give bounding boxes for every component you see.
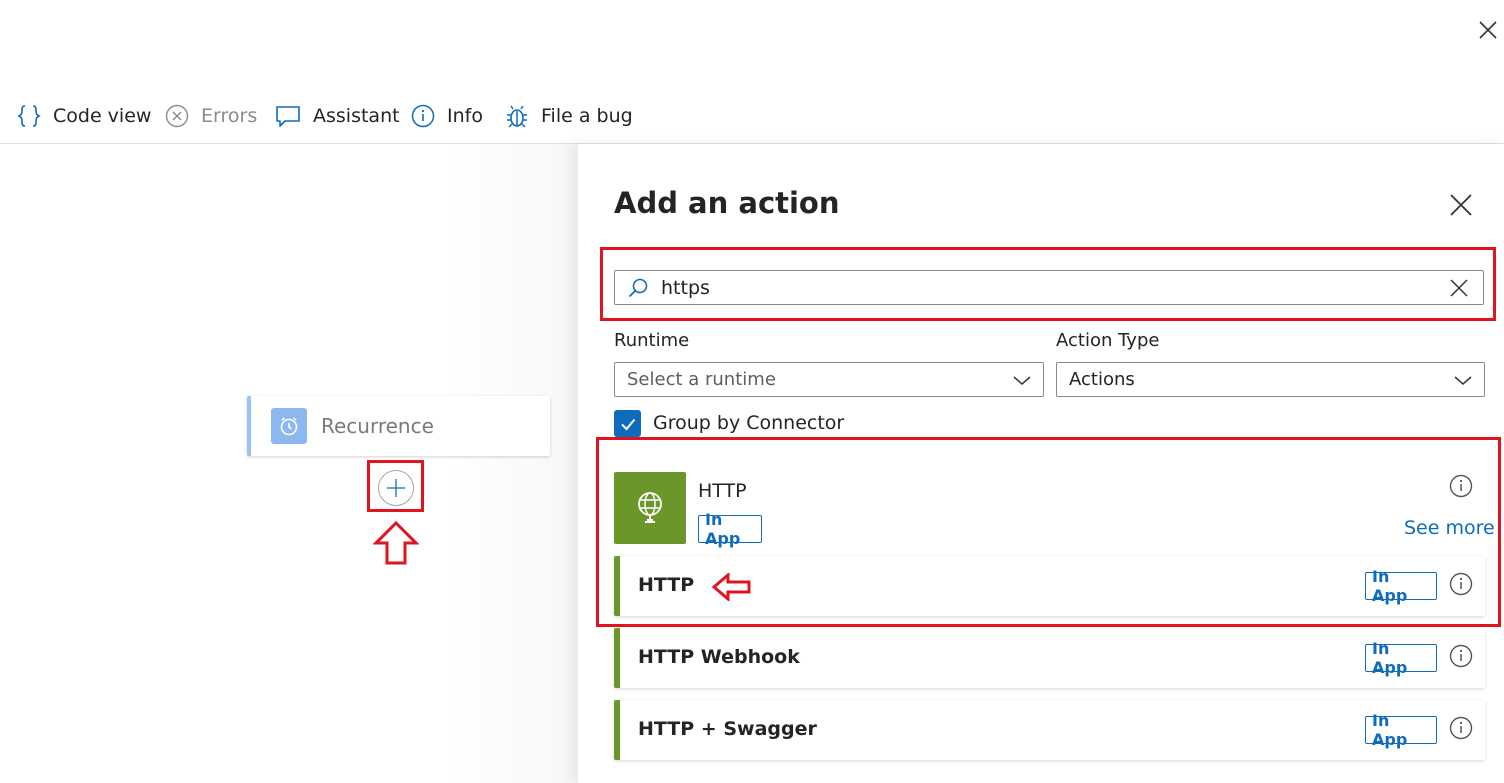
assistant-label: Assistant	[313, 105, 400, 127]
code-braces-icon	[17, 103, 41, 129]
group-by-connector-checkbox[interactable]	[614, 410, 641, 437]
in-app-badge: In App	[1365, 567, 1437, 605]
info-icon	[1449, 572, 1473, 596]
operation-label: HTTP Webhook	[638, 646, 800, 668]
runtime-placeholder: Select a runtime	[627, 369, 776, 390]
file-a-bug-label: File a bug	[541, 105, 633, 127]
recurrence-label: Recurrence	[321, 414, 434, 438]
chat-icon	[275, 104, 301, 128]
in-app-badge: In App	[1365, 639, 1437, 677]
checkmark-icon	[620, 418, 635, 430]
runtime-label: Runtime	[614, 330, 690, 351]
info-icon	[1449, 474, 1473, 498]
toolbar: Code view Errors Assistant Info File a b…	[0, 98, 1504, 134]
left-arrow-annotation-icon	[711, 571, 752, 605]
connector-in-app-badge: In App	[698, 510, 762, 548]
action-type-value: Actions	[1069, 369, 1135, 390]
operation-http-webhook[interactable]: HTTP Webhook In App	[614, 628, 1485, 688]
runtime-dropdown[interactable]: Select a runtime	[614, 362, 1044, 397]
connector-name: HTTP	[698, 480, 747, 502]
info-icon	[411, 104, 435, 128]
assistant-button[interactable]: Assistant	[275, 98, 400, 134]
clear-icon	[1450, 279, 1468, 297]
recurrence-trigger-card[interactable]: Recurrence	[247, 396, 550, 456]
up-arrow-annotation-icon	[372, 520, 420, 569]
chevron-down-icon	[1454, 376, 1472, 385]
operation-http-swagger[interactable]: HTTP + Swagger In App	[614, 700, 1485, 760]
error-circle-icon	[165, 104, 189, 128]
add-step-button[interactable]	[378, 470, 414, 506]
close-icon	[1479, 21, 1497, 39]
code-view-button[interactable]: Code view	[17, 98, 151, 134]
connector-info-button[interactable]	[1449, 474, 1473, 498]
action-type-dropdown[interactable]: Actions	[1056, 362, 1485, 397]
plus-icon	[387, 479, 405, 497]
operation-label: HTTP + Swagger	[638, 718, 817, 740]
panel-title: Add an action	[614, 186, 840, 220]
errors-button[interactable]: Errors	[165, 98, 257, 134]
panel-close-button[interactable]	[1448, 192, 1474, 218]
file-a-bug-button[interactable]: File a bug	[505, 98, 633, 134]
window-close-button[interactable]	[1476, 18, 1500, 42]
search-clear-button[interactable]	[1449, 278, 1469, 298]
globe-icon	[638, 492, 662, 523]
operation-info-button[interactable]	[1449, 716, 1473, 740]
in-app-badge: In App	[1365, 711, 1437, 749]
operation-info-button[interactable]	[1449, 644, 1473, 668]
operation-info-button[interactable]	[1449, 572, 1473, 596]
canvas-shadow	[440, 144, 578, 783]
chevron-down-icon	[1013, 376, 1031, 385]
search-input[interactable]	[659, 275, 1423, 300]
action-type-label: Action Type	[1056, 330, 1160, 351]
info-label: Info	[447, 105, 483, 127]
info-button[interactable]: Info	[411, 98, 483, 134]
info-icon	[1449, 716, 1473, 740]
see-more-link[interactable]: See more	[1404, 517, 1495, 539]
info-icon	[1449, 644, 1473, 668]
bug-icon	[505, 103, 529, 129]
errors-label: Errors	[201, 105, 258, 127]
search-icon	[627, 277, 649, 299]
search-box[interactable]	[614, 270, 1484, 305]
group-by-connector-label: Group by Connector	[653, 412, 845, 434]
close-icon	[1450, 194, 1472, 216]
operation-http[interactable]: HTTP In App	[614, 556, 1485, 616]
operation-label: HTTP	[638, 574, 695, 596]
http-connector-tile[interactable]	[614, 472, 686, 544]
clock-icon	[271, 408, 307, 444]
code-view-label: Code view	[53, 105, 152, 127]
